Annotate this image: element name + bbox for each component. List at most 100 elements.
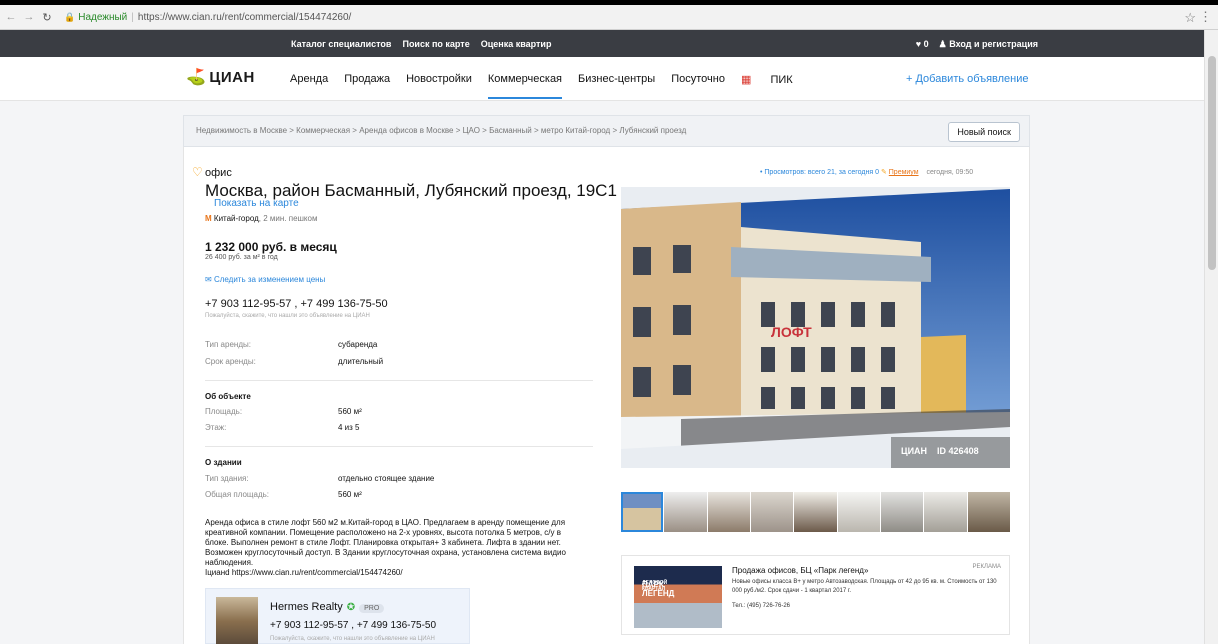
- detail-value: 4 из 5: [338, 423, 360, 432]
- breadcrumb-item[interactable]: Лубянский проезд: [619, 126, 686, 135]
- photo-thumbnail[interactable]: [837, 492, 880, 532]
- pik-icon: ▦: [740, 74, 752, 86]
- advertisement[interactable]: ДЕЛОВОЙ КВАРТАЛ ПАРК ЛЕГЕНД Продажа офис…: [621, 555, 1010, 635]
- photo-thumbnail[interactable]: [621, 492, 664, 532]
- main-photo[interactable]: ЛОФТ: [621, 187, 1010, 468]
- section-title-building: О здании: [205, 458, 242, 467]
- breadcrumb-item[interactable]: ЦАО: [463, 126, 480, 135]
- detail-value: отдельно стоящее здание: [338, 474, 435, 483]
- agent-name[interactable]: Hermes Realty: [270, 601, 343, 613]
- back-icon[interactable]: ←: [4, 11, 18, 23]
- description-text: Аренда офиса в стиле лофт 560 м2 м.Китай…: [205, 518, 566, 567]
- nav-item-commercial[interactable]: Коммерческая: [487, 73, 563, 99]
- lock-icon: 🔒: [64, 11, 76, 22]
- detail-value: 560 м²: [338, 407, 362, 416]
- photo-thumbnail[interactable]: [707, 492, 750, 532]
- top-links: Каталог специалистов Поиск по карте Оцен…: [291, 39, 551, 49]
- ad-label: РЕКЛАМА: [972, 564, 1001, 570]
- breadcrumb-item[interactable]: метро Китай-город: [541, 126, 610, 135]
- premium-link[interactable]: Премиум: [889, 169, 919, 176]
- price: 1 232 000 руб. в месяц: [205, 240, 337, 254]
- views-link[interactable]: • Просмотров: всего 21, за сегодня 0: [760, 169, 879, 176]
- browser-menu-icon[interactable]: ⋮: [1199, 9, 1212, 25]
- nav-item-business-centers[interactable]: Бизнес-центры: [578, 73, 655, 86]
- forward-icon[interactable]: →: [22, 11, 36, 23]
- ad-phone: Тел.: (495) 726-76-26: [732, 603, 790, 609]
- photo-watermark: ЦИАН ID 426408: [901, 446, 979, 456]
- nav-item-pik[interactable]: ▦ ПИК: [741, 73, 809, 86]
- main-navigation: ⛳ ЦИАН Аренда Продажа Новостройки Коммер…: [0, 57, 1204, 101]
- heart-icon: ♥: [915, 39, 922, 49]
- detail-key: Площадь:: [205, 407, 243, 416]
- photo-thumbnail[interactable]: [967, 492, 1010, 532]
- breadcrumb-item[interactable]: Аренда офисов в Москве: [359, 126, 453, 135]
- favorite-heart-icon[interactable]: ♡: [192, 165, 203, 179]
- photo-thumbnail[interactable]: [750, 492, 794, 532]
- breadcrumb-item[interactable]: Коммерческая: [296, 126, 350, 135]
- address-separator: |: [131, 11, 134, 23]
- envelope-icon: ✉: [205, 275, 212, 284]
- agent-avatar[interactable]: [216, 597, 258, 644]
- nav-item-pik-label: ПИК: [770, 74, 793, 86]
- metro-station[interactable]: Китай-город: [214, 214, 259, 223]
- description: Аренда офиса в стиле лофт 560 м2 м.Китай…: [205, 518, 585, 578]
- photo-thumbnail[interactable]: [794, 492, 837, 532]
- cian-logo[interactable]: ⛳ ЦИАН: [186, 67, 255, 87]
- photo-thumbnail[interactable]: [924, 492, 967, 532]
- section-divider: [205, 446, 593, 447]
- ad-logo-main: ПАРК ЛЕГЕНД: [642, 580, 675, 598]
- reload-icon[interactable]: ↻: [40, 11, 54, 24]
- detail-key: Общая площадь:: [205, 490, 270, 499]
- agent-phones[interactable]: +7 903 112-95-57 , +7 499 136-75-50: [270, 620, 436, 631]
- price-per-m2: 26 400 руб. за м² в год: [205, 254, 278, 261]
- top-link-specialists[interactable]: Каталог специалистов: [291, 39, 391, 49]
- publish-time: сегодня, 09:50: [926, 169, 974, 176]
- contact-phones[interactable]: +7 903 112-95-57 , +7 499 136-75-50: [205, 298, 388, 310]
- top-right: ♥ 0 ♟ Вход и регистрация: [916, 39, 1038, 50]
- metro-icon: М: [205, 214, 212, 223]
- url-input[interactable]: https://www.cian.ru/rent/commercial/1544…: [138, 12, 351, 23]
- login-label: Вход и регистрация: [949, 39, 1038, 49]
- login-button[interactable]: ♟ Вход и регистрация: [939, 39, 1038, 50]
- detail-value: субаренда: [338, 340, 378, 349]
- bookmark-star-icon[interactable]: ☆: [1184, 10, 1196, 26]
- photo-thumbnail[interactable]: [664, 492, 707, 532]
- follow-price-link[interactable]: ✉ Следить за изменением цены: [205, 275, 325, 284]
- agent-phone-hint: Пожалуйста, скажите, что нашли это объяв…: [270, 636, 435, 642]
- follow-price-label: Следить за изменением цены: [213, 275, 326, 284]
- phone-hint: Пожалуйста, скажите, что нашли это объяв…: [205, 313, 370, 319]
- metro-time: , 2 мин. пешком: [258, 214, 318, 223]
- photo-thumbnails: [621, 492, 1010, 532]
- new-search-button[interactable]: Новый поиск: [948, 122, 1020, 142]
- detail-value: длительный: [338, 357, 384, 366]
- favorites-button[interactable]: ♥ 0: [916, 39, 929, 50]
- top-link-map-search[interactable]: Поиск по карте: [402, 39, 469, 49]
- watermark-id: ID 426408: [937, 446, 979, 456]
- detail-key: Тип здания:: [205, 474, 249, 483]
- ad-title[interactable]: Продажа офисов, БЦ «Парк легенд»: [732, 566, 868, 575]
- breadcrumb-item[interactable]: Басманный: [489, 126, 532, 135]
- add-listing-link[interactable]: + Добавить объявление: [906, 73, 1029, 85]
- section-divider: [205, 380, 593, 381]
- show-on-map-link[interactable]: Показать на карте: [214, 198, 299, 209]
- top-link-valuation[interactable]: Оценка квартир: [481, 39, 552, 49]
- svg-text:ЛОФТ: ЛОФТ: [771, 324, 812, 340]
- cian-logo-icon: ⛳: [186, 69, 207, 86]
- scrollbar-thumb[interactable]: [1208, 56, 1216, 270]
- detail-value: 560 м²: [338, 490, 362, 499]
- agent-card: Hermes Realty ✪ PRO +7 903 112-95-57 , +7 …: [205, 588, 470, 644]
- nav-item-daily[interactable]: Посуточно: [671, 73, 725, 86]
- nav-item-rent[interactable]: Аренда: [290, 73, 328, 86]
- ad-logo: ДЕЛОВОЙ КВАРТАЛ ПАРК ЛЕГЕНД: [634, 566, 722, 628]
- breadcrumb: Недвижимость в Москве > Коммерческая > А…: [183, 115, 1030, 147]
- breadcrumb-item[interactable]: Недвижимость в Москве: [196, 126, 287, 135]
- nav-item-sale[interactable]: Продажа: [344, 73, 390, 86]
- page-scrollbar[interactable]: [1204, 30, 1218, 644]
- cian-top-bar: Каталог специалистов Поиск по карте Оцен…: [0, 30, 1204, 57]
- pro-badge: PRO: [359, 604, 385, 613]
- nav-item-newbuildings[interactable]: Новостройки: [406, 73, 472, 86]
- watermark-logo: ЦИАН: [901, 446, 928, 456]
- agent-name-row: Hermes Realty ✪ PRO: [270, 601, 385, 613]
- listing-stats: • Просмотров: всего 21, за сегодня 0 ✎ П…: [760, 168, 973, 176]
- photo-thumbnail[interactable]: [880, 492, 924, 532]
